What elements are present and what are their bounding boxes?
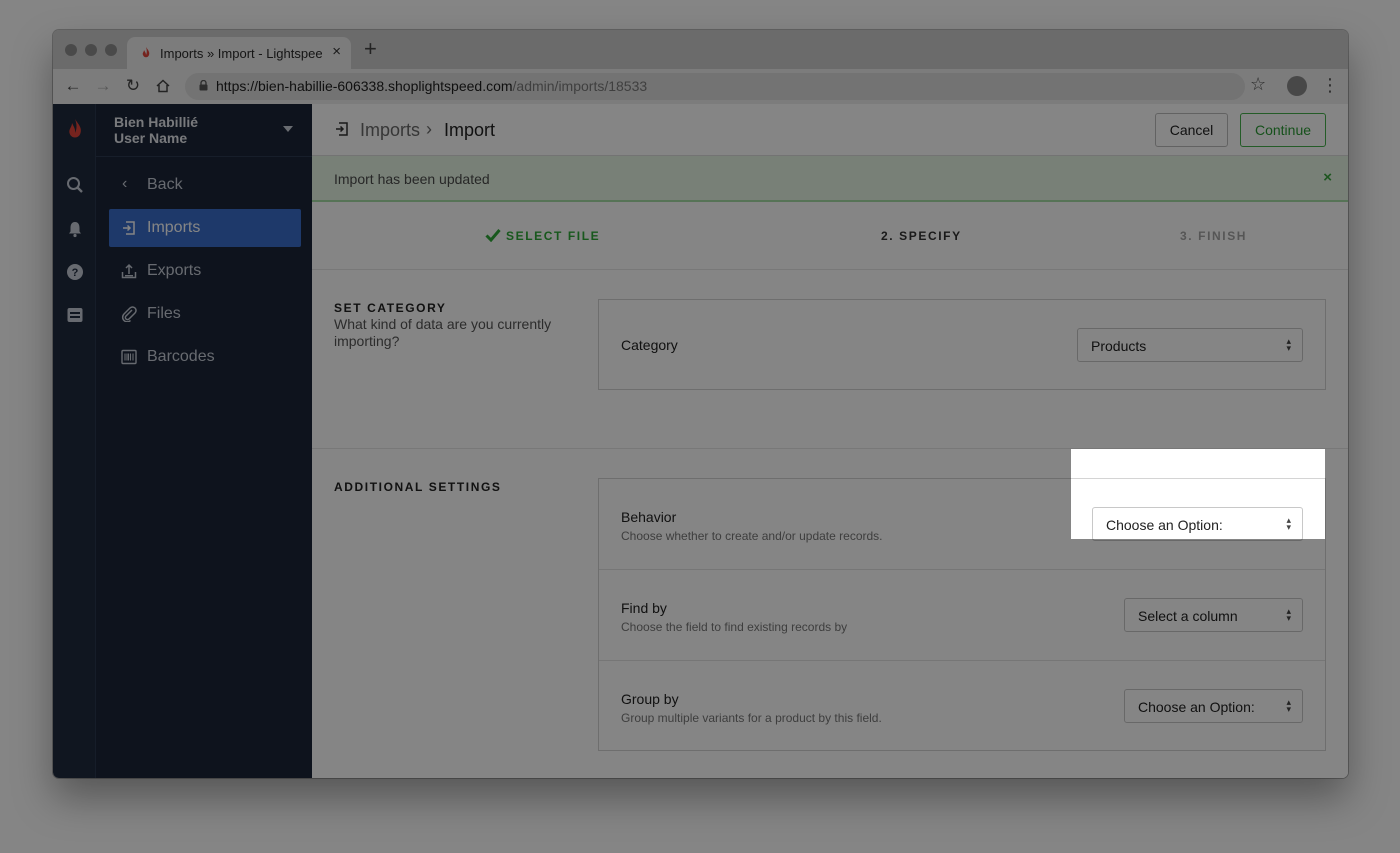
sidebar: Bien Habillié User Name ‹ Back Imports E… — [96, 104, 312, 778]
find-by-description: Choose the field to find existing record… — [621, 620, 848, 634]
sidebar-back-label: Back — [147, 176, 183, 193]
step-select-file: SELECT FILE — [506, 229, 601, 243]
behavior-select[interactable]: Choose an Option: ▴ ▾ — [1092, 507, 1303, 541]
barcode-icon — [121, 349, 137, 365]
sidebar-item-label: Exports — [147, 262, 202, 279]
tab-bar: Imports » Import - Lightspeed × + — [53, 30, 1348, 69]
svg-text:?: ? — [72, 267, 79, 279]
set-category-description: What kind of data are you currently impo… — [334, 316, 552, 349]
bookmark-star-icon[interactable]: ☆ — [1250, 74, 1266, 95]
success-alert: Import has been updated × — [312, 156, 1348, 202]
category-value: Products — [1091, 338, 1147, 354]
app: ? Bien Habillié User Name ‹ Back Imports… — [53, 104, 1348, 778]
group-by-title: Group by — [621, 691, 679, 707]
icon-rail: ? — [53, 104, 96, 778]
exports-icon — [121, 263, 137, 279]
select-arrows-icon: ▴ ▾ — [1286, 336, 1291, 353]
sidebar-divider — [96, 156, 312, 157]
sidebar-item-files[interactable]: Files — [109, 295, 301, 333]
section-divider — [312, 448, 1348, 449]
checkmark-icon — [485, 229, 501, 242]
sidebar-item-label: Files — [147, 305, 181, 322]
bell-icon[interactable] — [66, 220, 84, 238]
behavior-description: Choose whether to create and/or update r… — [621, 529, 883, 543]
paperclip-icon — [121, 306, 137, 322]
group-by-select[interactable]: Choose an Option: ▴ ▾ — [1124, 689, 1303, 723]
sidebar-item-barcodes[interactable]: Barcodes — [109, 338, 301, 376]
caret-down-icon[interactable] — [283, 126, 293, 132]
behavior-value: Choose an Option: — [1106, 517, 1223, 533]
help-icon[interactable]: ? — [66, 263, 84, 281]
lock-icon — [199, 80, 208, 91]
back-arrow-icon[interactable]: ← — [63, 76, 83, 96]
url-text: https://bien-habillie-606338.shoplightsp… — [216, 78, 648, 94]
select-arrows-icon: ▴ ▾ — [1286, 606, 1291, 623]
breadcrumb-imports[interactable]: Imports — [360, 120, 420, 141]
alert-message: Import has been updated — [334, 171, 490, 187]
user-name: User Name — [114, 130, 188, 146]
profile-avatar-icon[interactable] — [1287, 76, 1307, 96]
select-arrows-icon: ▴ ▾ — [1286, 515, 1291, 532]
browser-window: Imports » Import - Lightspeed × + ← → ↻ … — [53, 30, 1348, 778]
main-content: Imports › Import Cancel Continue Import … — [312, 104, 1348, 778]
store-switcher[interactable]: Bien Habillié User Name — [114, 114, 198, 146]
forward-arrow-icon[interactable]: → — [93, 76, 113, 96]
sidebar-item-imports[interactable]: Imports — [109, 209, 301, 247]
select-arrows-icon: ▴ ▾ — [1286, 697, 1291, 714]
sidebar-item-exports[interactable]: Exports — [109, 252, 301, 290]
search-icon[interactable] — [66, 176, 84, 194]
tab-close-icon[interactable]: × — [332, 43, 341, 60]
zoom-window-dot[interactable] — [105, 44, 117, 56]
category-select[interactable]: Products ▴ ▾ — [1077, 328, 1303, 362]
imports-icon — [123, 221, 135, 235]
breadcrumb-chevron-icon: › — [426, 119, 432, 139]
lightspeed-flame-icon — [142, 47, 150, 58]
find-by-value: Select a column — [1138, 608, 1238, 624]
step-finish: 3. FINISH — [1180, 229, 1248, 243]
additional-settings-card: Behavior Choose whether to create and/or… — [598, 478, 1326, 751]
lightspeed-logo-icon[interactable] — [65, 118, 85, 142]
sidebar-item-label: Imports — [147, 219, 201, 236]
store-icon[interactable] — [66, 306, 84, 324]
sidebar-item-label: Barcodes — [147, 348, 215, 365]
minimize-window-dot[interactable] — [85, 44, 97, 56]
cancel-button[interactable]: Cancel — [1155, 113, 1228, 147]
browser-menu-icon[interactable]: ⋮ — [1321, 75, 1339, 96]
page-header: Imports › Import Cancel Continue — [312, 104, 1348, 156]
browser-toolbar: ← → ↻ https://bien-habillie-606338.shopl… — [53, 69, 1348, 104]
store-name: Bien Habillié — [114, 114, 199, 130]
behavior-row: Behavior Choose whether to create and/or… — [599, 479, 1325, 570]
alert-close-icon[interactable]: × — [1323, 169, 1332, 186]
reload-icon[interactable]: ↻ — [123, 76, 143, 96]
group-by-row: Group by Group multiple variants for a p… — [599, 661, 1325, 752]
imports-icon — [336, 122, 348, 136]
sidebar-back[interactable]: ‹ Back — [109, 166, 301, 204]
close-window-dot[interactable] — [65, 44, 77, 56]
group-by-value: Choose an Option: — [1138, 699, 1255, 715]
group-by-description: Group multiple variants for a product by… — [621, 711, 882, 725]
browser-tab[interactable]: Imports » Import - Lightspeed × — [127, 37, 351, 69]
step-specify: 2. SPECIFY — [881, 229, 962, 243]
category-card: Category Products ▴ ▾ — [598, 299, 1326, 390]
set-category-title: SET CATEGORY — [334, 301, 447, 315]
category-label: Category — [621, 337, 678, 353]
find-by-title: Find by — [621, 600, 667, 616]
chevron-left-icon: ‹ — [122, 175, 128, 192]
new-tab-icon[interactable]: + — [364, 38, 377, 60]
step-indicator: SELECT FILE 2. SPECIFY 3. FINISH — [312, 202, 1348, 270]
additional-settings-title: ADDITIONAL SETTINGS — [334, 480, 502, 494]
find-by-row: Find by Choose the field to find existin… — [599, 570, 1325, 661]
behavior-title: Behavior — [621, 509, 677, 525]
continue-button[interactable]: Continue — [1240, 113, 1326, 147]
find-by-select[interactable]: Select a column ▴ ▾ — [1124, 598, 1303, 632]
home-icon[interactable] — [153, 76, 173, 96]
address-bar[interactable]: https://bien-habillie-606338.shoplightsp… — [185, 73, 1245, 100]
tab-title: Imports » Import - Lightspeed — [160, 46, 322, 61]
page-title: Import — [444, 120, 496, 140]
